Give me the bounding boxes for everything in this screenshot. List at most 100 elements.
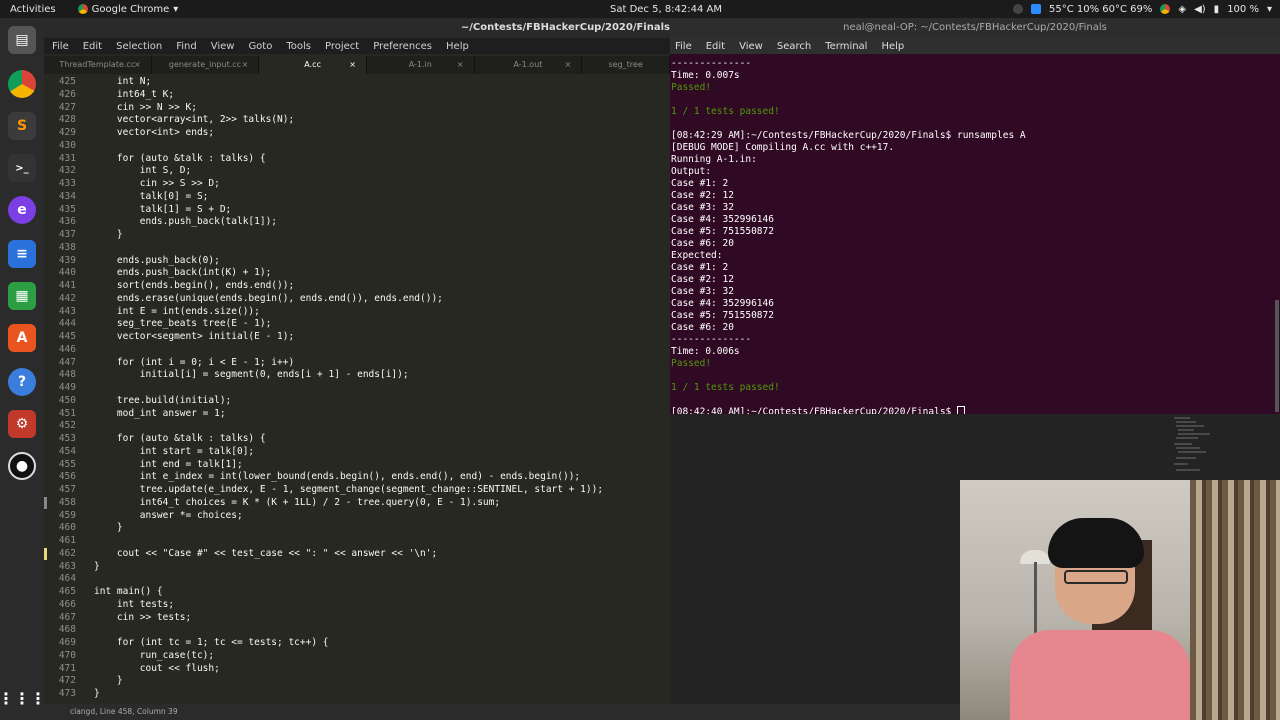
line-number: 434 (58, 190, 76, 202)
code-line: cin >> S >> D; (94, 178, 220, 189)
sublime-title: ~/Contests/FBHackerCup/2020/Finals (44, 18, 670, 38)
menu-tools[interactable]: Tools (286, 41, 311, 52)
tab-label: A.cc (304, 60, 321, 69)
terminal-line: 1 / 1 tests passed! (671, 382, 780, 393)
menu-file[interactable]: File (52, 41, 69, 52)
minimap[interactable] (1170, 414, 1216, 480)
code-line: for (int tc = 1; tc <= tests; tc++) { (94, 637, 329, 648)
menu-edit[interactable]: Edit (83, 41, 102, 52)
code-line: vector<int> ends; (94, 127, 215, 138)
tab-a1-in[interactable]: A-1.in × (367, 56, 475, 74)
term-menu-search[interactable]: Search (777, 41, 811, 52)
person-hair (1048, 518, 1144, 568)
code-line: } (94, 560, 100, 572)
code-line: talk[0] = S; (94, 190, 209, 202)
calc-icon[interactable]: ▦ (8, 282, 36, 310)
line-number: 461 (58, 535, 76, 546)
term-menu-edit[interactable]: Edit (706, 41, 725, 52)
terminal-line: Time: 0.006s (671, 346, 740, 357)
term-menu-view[interactable]: View (739, 41, 763, 52)
line-number: 435 (58, 203, 76, 215)
close-icon[interactable]: × (349, 56, 356, 74)
menu-view[interactable]: View (211, 41, 235, 52)
terminal-line: Time: 0.007s (671, 70, 740, 81)
line-number: 444 (58, 318, 76, 330)
terminal-line: Case #1: 2 (671, 178, 729, 189)
line-number: 443 (58, 305, 76, 317)
tab-a-cc[interactable]: A.cc × (259, 56, 367, 74)
tab-threadtemplate[interactable]: ThreadTemplate.cc × (44, 56, 152, 74)
term-menu-file[interactable]: File (675, 41, 692, 52)
code-line: for (auto &talk : talks) { (94, 152, 266, 164)
emacs-icon[interactable]: e (8, 196, 36, 224)
code-line: ends.push_back(int(K) + 1); (94, 267, 272, 279)
writer-icon[interactable]: ≡ (8, 240, 36, 268)
sublime-icon[interactable]: S (8, 112, 36, 140)
tab-bar: ThreadTemplate.cc × generate_input.cc × A.… (44, 56, 670, 74)
code-line: } (94, 675, 123, 687)
line-number: 439 (58, 254, 76, 266)
files-icon[interactable]: ▤ (8, 26, 36, 54)
term-menu-help[interactable]: Help (881, 41, 904, 52)
battery-percent: 100 % (1227, 3, 1259, 15)
terminal-line: Case #2: 12 (671, 274, 734, 285)
gutter-change-marker (44, 496, 47, 509)
network-icon: ◈ (1178, 3, 1187, 15)
terminal-icon[interactable]: >_ (8, 154, 36, 182)
tab-label: A-1.in (408, 60, 432, 69)
code-line: ends.erase(unique(ends.begin(), ends.end… (94, 292, 443, 304)
line-number: 432 (58, 165, 76, 177)
terminal-line: Case #5: 751550872 (671, 310, 774, 321)
clock[interactable]: Sat Dec 5, 8:42:44 AM (610, 4, 722, 15)
terminal-scrollbar[interactable] (1275, 300, 1279, 412)
code-line: int S, D; (94, 165, 192, 177)
menu-goto[interactable]: Goto (248, 41, 272, 52)
menu-find[interactable]: Find (176, 41, 197, 52)
line-number: 472 (58, 675, 76, 687)
code-line: } (94, 688, 100, 699)
code-line: vector<array<int, 2>> talks(N); (94, 114, 295, 126)
terminal-line: Case #3: 32 (671, 202, 734, 213)
code-line: for (int i = 0; i < E - 1; i++) (94, 356, 295, 368)
close-icon[interactable]: × (242, 56, 249, 74)
software-icon[interactable]: A (8, 324, 36, 352)
tab-label: generate_input.cc (168, 60, 242, 69)
person-shirt (1010, 630, 1190, 720)
close-icon[interactable]: × (457, 56, 464, 74)
tab-seg-tree[interactable]: seg_tree (582, 56, 670, 74)
code-line: int e_index = int(lower_bound(ends.begin… (94, 471, 581, 483)
code-line: } (94, 522, 123, 534)
code-line: ends.push_back(talk[1]); (94, 216, 278, 228)
term-menu-terminal[interactable]: Terminal (825, 41, 867, 52)
system-status[interactable]: 55°C 10% 60°C 69% ◈ ◀) ▮ 100 % ▾ (1012, 3, 1272, 15)
line-number: 456 (58, 471, 76, 483)
line-number: 436 (58, 216, 76, 228)
tab-label: seg_tree (608, 60, 643, 69)
help-icon[interactable]: ? (8, 368, 36, 396)
app-menu[interactable]: Google Chrome ▾ (77, 4, 178, 15)
code-editor[interactable]: 425 int N; 426 int64_t K; 427 cin >> N >> … (44, 74, 670, 700)
menu-selection[interactable]: Selection (116, 41, 162, 52)
activities-button[interactable]: Activities (10, 4, 56, 15)
terminal-output[interactable]: -------------- Time: 0.007s Passed! 1 / 1 t… (671, 58, 1271, 414)
line-number: 426 (58, 88, 76, 100)
tab-a1-out[interactable]: A-1.out × (475, 56, 583, 74)
gutter-change-marker (44, 547, 47, 560)
close-icon[interactable]: × (134, 56, 141, 74)
line-number: 459 (58, 509, 76, 521)
code-line: run_case(tc); (94, 649, 215, 661)
menu-help[interactable]: Help (446, 41, 469, 52)
code-line: sort(ends.begin(), ends.end()); (94, 280, 295, 291)
settings-icon[interactable]: ⚙ (8, 410, 36, 438)
menu-project[interactable]: Project (325, 41, 359, 52)
close-icon[interactable]: × (565, 56, 572, 74)
tab-generate-input[interactable]: generate_input.cc × (152, 56, 260, 74)
line-number: 466 (58, 598, 76, 610)
chrome-dock-icon[interactable] (8, 70, 36, 98)
line-number: 448 (58, 369, 76, 381)
line-number: 429 (58, 127, 76, 138)
obs-dock-icon[interactable]: ● (8, 452, 36, 480)
menu-preferences[interactable]: Preferences (373, 41, 432, 52)
app-grid-icon[interactable]: ⋮⋮⋮ (0, 684, 46, 712)
